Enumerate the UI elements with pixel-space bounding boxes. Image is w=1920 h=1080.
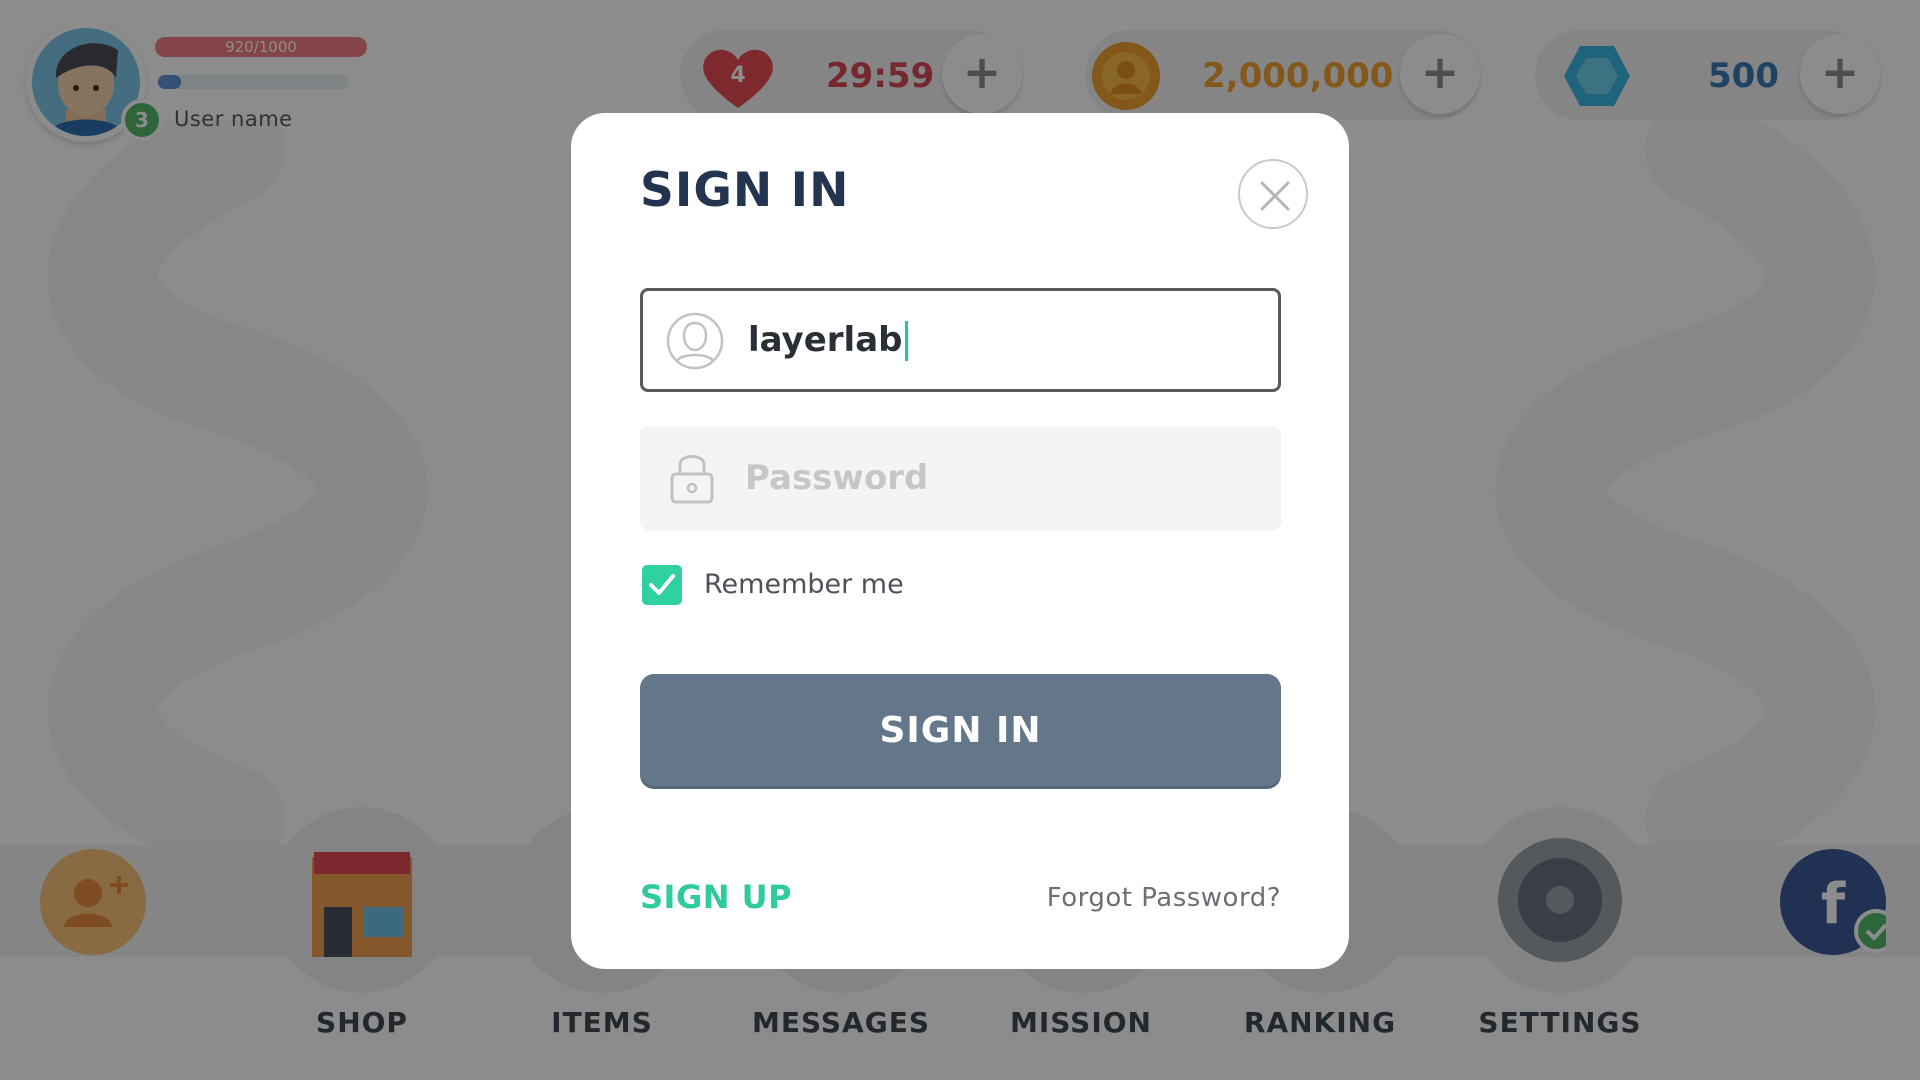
check-icon — [649, 574, 675, 595]
text-caret — [905, 321, 909, 361]
dialog-title: SIGN IN — [640, 163, 850, 218]
remember-me-checkbox[interactable] — [642, 565, 682, 605]
close-icon — [1260, 181, 1290, 211]
close-button[interactable] — [1238, 159, 1308, 229]
sign-up-link[interactable]: SIGN UP — [640, 878, 792, 916]
password-input[interactable] — [745, 426, 1255, 530]
username-input[interactable] — [748, 291, 1258, 389]
sign-in-dialog: SIGN IN Remember me SIGN IN SIGN UP — [571, 113, 1349, 969]
user-icon — [666, 312, 724, 370]
username-field[interactable] — [640, 288, 1281, 392]
password-field[interactable] — [640, 426, 1281, 530]
sign-in-button[interactable]: SIGN IN — [640, 674, 1281, 786]
forgot-password-link[interactable]: Forgot Password? — [1047, 883, 1281, 913]
remember-me-label: Remember me — [704, 569, 904, 600]
lock-icon — [670, 455, 714, 504]
